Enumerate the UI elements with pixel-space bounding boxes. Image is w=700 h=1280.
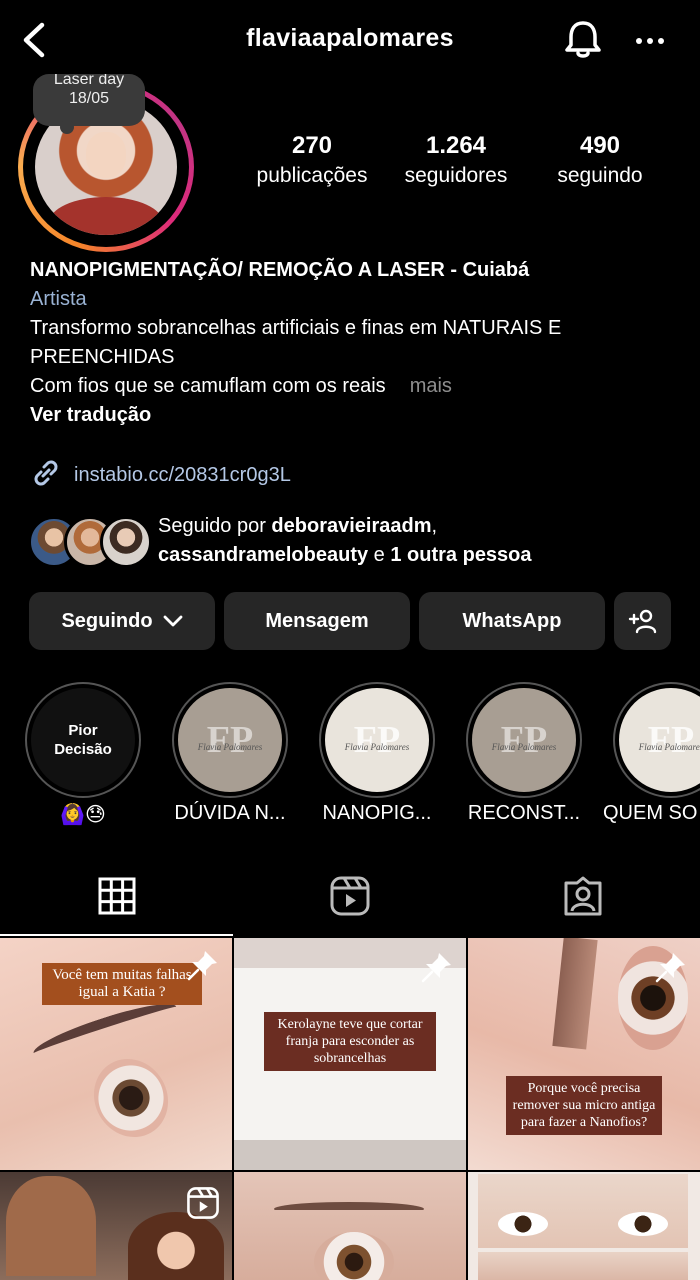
- eye-shape: [498, 1212, 548, 1236]
- person-figure: [6, 1176, 96, 1276]
- chevron-down-icon: [163, 615, 183, 627]
- highlight-5-logo: FP: [647, 719, 695, 761]
- bio-link-text: instabio.cc/20831cr0g3L: [74, 463, 291, 486]
- pin-icon: [420, 950, 454, 984]
- note-bubble-tail: [60, 120, 74, 134]
- bio-category: Artista: [30, 288, 87, 310]
- message-button[interactable]: Mensagem: [224, 592, 410, 650]
- reel-icon: [186, 1186, 220, 1220]
- stat-followers[interactable]: 1.264 seguidores: [390, 132, 522, 188]
- highlight-2-logo: FP: [206, 719, 254, 761]
- highlight-3-label: NANOPIG...: [322, 802, 432, 824]
- highlight-1-cover-text: Pior Decisão: [54, 722, 112, 758]
- highlight-1-label: 🙆‍♀️😓: [60, 804, 106, 826]
- top-bar: flaviaapalomares: [0, 0, 700, 80]
- grid-icon: [98, 877, 136, 920]
- bio-text-line-1: Transformo sobrancelhas artificiais e fi…: [30, 317, 562, 368]
- highlight-4-label: RECONST...: [467, 802, 581, 824]
- highlight-4[interactable]: FP Flavia Palomares RECONST...: [466, 682, 582, 825]
- pin-icon: [186, 948, 220, 982]
- person-figure: [128, 1212, 224, 1280]
- post-1-caption: Você tem muitas falhas igual a Katia ?: [42, 963, 202, 1005]
- note-line-2: 18/05: [68, 90, 110, 107]
- eye-shape: [79, 1045, 183, 1151]
- bell-icon[interactable]: [562, 18, 604, 62]
- posts-count: 270: [291, 132, 333, 159]
- post-2-caption: Kerolayne teve que cortar franja para es…: [264, 1012, 436, 1071]
- followed-by-text: Seguido por deboravieiraadm, cassandrame…: [158, 515, 532, 566]
- followed-user-1[interactable]: deboravieiraadm: [271, 515, 431, 537]
- pin-icon: [654, 950, 688, 984]
- eye-shape: [618, 1212, 668, 1236]
- eye-shape: [314, 1232, 394, 1280]
- eyebrow-shape: [29, 995, 181, 1065]
- stat-following[interactable]: 490 seguindo: [534, 132, 666, 188]
- post-tile-5[interactable]: [234, 1172, 466, 1280]
- eyebrow-shape: [274, 1202, 424, 1216]
- follower-avatar-3: [100, 516, 152, 568]
- following-button-label: Seguindo: [61, 609, 153, 632]
- active-tab-indicator: [0, 934, 233, 936]
- bio: NANOPIGMENTAÇÃO/ REMOÇÃO A LASER - Cuiab…: [30, 256, 680, 430]
- followers-count: 1.264: [425, 132, 487, 159]
- post-3-caption: Porque você precisa remover sua micro an…: [506, 1076, 662, 1135]
- eyebrow-shape: [552, 938, 598, 1050]
- tab-reels[interactable]: [233, 860, 466, 936]
- suggested-users-button[interactable]: [614, 592, 671, 650]
- profile-page: flaviaapalomares Laser day 18/05 270 pub…: [0, 0, 700, 1280]
- highlight-5[interactable]: FP Flavia Palomares QUEM SO: [603, 682, 700, 825]
- highlight-2-label: DÚVIDA N...: [174, 802, 286, 824]
- following-label: seguindo: [557, 164, 643, 187]
- tab-tagged[interactable]: [466, 860, 699, 936]
- bio-text-line-2: Com fios que se camuflam com os reais: [30, 375, 386, 397]
- post-6-top-image: [478, 1174, 688, 1248]
- bio-name: NANOPIGMENTAÇÃO/ REMOÇÃO A LASER - Cuiab…: [30, 259, 530, 281]
- highlight-5-label: QUEM SO: [603, 802, 698, 824]
- highlight-5-logo-sub: Flavia Palomares: [638, 742, 700, 753]
- post-tile-2[interactable]: Kerolayne teve que cortar franja para es…: [234, 938, 466, 1170]
- stat-posts[interactable]: 270 publicações: [246, 132, 378, 188]
- bio-link[interactable]: instabio.cc/20831cr0g3L: [30, 458, 291, 492]
- reels-icon: [329, 875, 371, 922]
- post-tile-4[interactable]: [0, 1172, 232, 1280]
- bio-more-link[interactable]: mais: [410, 375, 452, 397]
- highlight-1[interactable]: Pior Decisão 🙆‍♀️😓: [25, 682, 141, 827]
- post-tile-3[interactable]: Porque você precisa remover sua micro an…: [468, 938, 700, 1170]
- highlight-4-logo-sub: Flavia Palomares: [491, 742, 557, 753]
- highlight-2[interactable]: FP Flavia Palomares DÚVIDA N...: [172, 682, 288, 825]
- profile-tabs: [0, 860, 700, 936]
- whatsapp-button-label: WhatsApp: [462, 609, 562, 632]
- highlight-3-logo: FP: [353, 719, 401, 761]
- message-button-label: Mensagem: [265, 609, 369, 632]
- add-person-icon: [628, 608, 658, 634]
- highlight-4-logo: FP: [500, 719, 548, 761]
- post-tile-6[interactable]: [468, 1172, 700, 1280]
- followed-user-2[interactable]: cassandramelobeauty: [158, 544, 368, 566]
- post-6-bottom-image: [478, 1252, 688, 1280]
- followers-label: seguidores: [404, 164, 508, 187]
- whatsapp-button[interactable]: WhatsApp: [419, 592, 605, 650]
- post-2-bottom-band: [234, 1140, 466, 1170]
- link-icon: [30, 457, 62, 494]
- highlight-3[interactable]: FP Flavia Palomares NANOPIG...: [319, 682, 435, 825]
- tab-posts-grid[interactable]: [0, 860, 233, 936]
- see-translation-link[interactable]: Ver tradução: [30, 401, 680, 430]
- more-options-icon[interactable]: [630, 24, 670, 58]
- highlight-2-logo-sub: Flavia Palomares: [197, 742, 263, 753]
- post-tile-1[interactable]: Você tem muitas falhas igual a Katia ?: [0, 938, 232, 1170]
- following-count: 490: [579, 132, 621, 159]
- highlight-3-logo-sub: Flavia Palomares: [344, 742, 410, 753]
- posts-label: publicações: [256, 164, 368, 187]
- note-bubble[interactable]: Laser day 18/05: [33, 74, 145, 126]
- tagged-person-icon: [562, 875, 604, 922]
- followed-others[interactable]: 1 outra pessoa: [390, 544, 531, 566]
- followed-by[interactable]: Seguido por deboravieiraadm, cassandrame…: [28, 512, 688, 572]
- following-button[interactable]: Seguindo: [29, 592, 215, 650]
- note-line-1: Laser day: [53, 74, 125, 88]
